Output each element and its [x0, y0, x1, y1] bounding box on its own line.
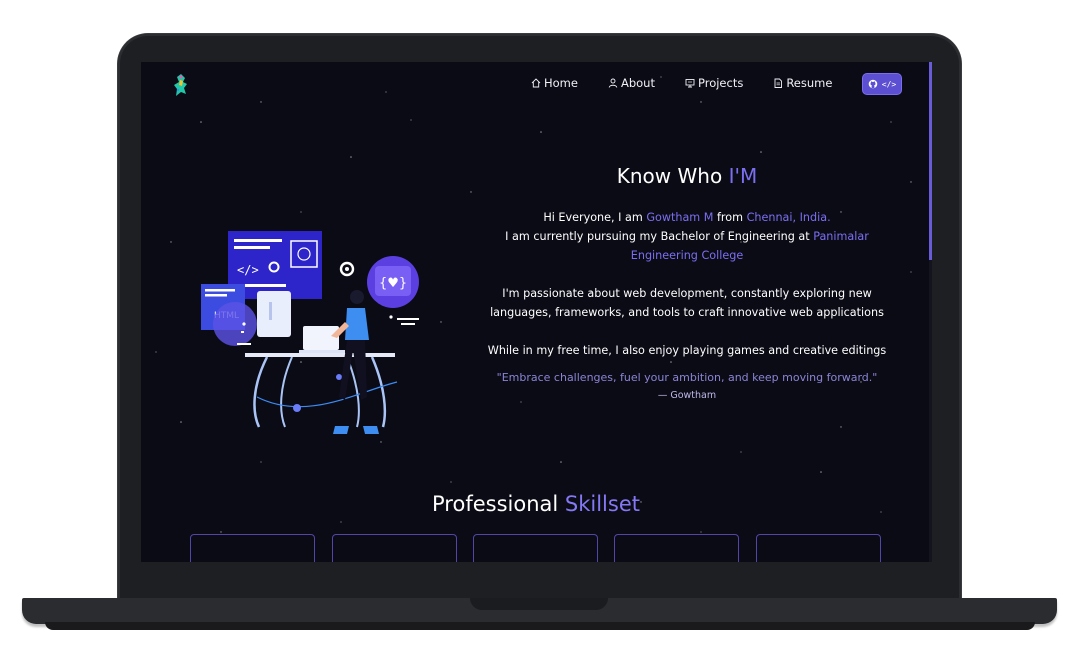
nav-resume[interactable]: Resume: [773, 72, 832, 94]
quote-author: — Gowtham: [657, 390, 717, 401]
skillset-title-accent: Skillset: [564, 492, 640, 516]
skillset-title: Professional Skillset: [331, 492, 741, 516]
laptop-notch: [470, 598, 608, 610]
top-nav: Home About Projects Resume: [531, 72, 862, 94]
free-time-paragraph: While in my free time, I also enjoy play…: [487, 344, 887, 357]
skill-card[interactable]: [614, 534, 739, 562]
nav-home-label: Home: [544, 76, 578, 90]
skill-card[interactable]: [332, 534, 457, 562]
github-button[interactable]: </>: [863, 74, 901, 94]
nav-about[interactable]: About: [608, 72, 655, 94]
intro-greeting: Hi Everyone, I am: [543, 211, 647, 224]
intro-study: I am currently pursuing my Bachelor of E…: [505, 230, 814, 243]
site-logo[interactable]: [171, 72, 191, 98]
nav-home[interactable]: Home: [531, 72, 578, 94]
hero-title: Know Who I'M: [481, 164, 893, 188]
skillset-title-prefix: Professional: [432, 492, 565, 516]
document-icon: [774, 78, 783, 88]
skill-card[interactable]: [756, 534, 881, 562]
svg-text:{♥}: {♥}: [379, 276, 407, 291]
passion-paragraph: I'm passionate about web development, co…: [490, 287, 884, 319]
nav-projects-label: Projects: [697, 76, 744, 90]
github-icon: [868, 79, 878, 89]
intro-location: Chennai, India.: [746, 211, 831, 224]
nav-resume-label: Resume: [786, 76, 833, 90]
page-scrollbar[interactable]: [929, 62, 932, 562]
skill-card[interactable]: [190, 534, 315, 562]
intro-paragraph: Hi Everyone, I am Gowtham M from Chennai…: [481, 208, 893, 265]
quote-text: "Embrace challenges, fuel your ambition,…: [496, 371, 878, 384]
code-icon: </>: [881, 79, 897, 89]
nav-projects[interactable]: Projects: [685, 72, 743, 94]
user-icon: [608, 78, 618, 88]
nav-about-label: About: [620, 76, 655, 90]
browser-viewport: Home About Projects Resume </> </> {♥} K…: [141, 62, 931, 562]
skill-card[interactable]: [473, 534, 598, 562]
hero-title-accent: I'M: [728, 164, 758, 188]
projects-icon: [685, 79, 695, 88]
intro-from: from: [713, 211, 747, 224]
intro-name: Gowtham M: [646, 211, 714, 224]
developer-illustration: </> HTML {♥}: [201, 231, 419, 434]
home-icon: [531, 78, 541, 88]
hero-title-prefix: Know Who: [616, 164, 729, 188]
scrollbar-thumb[interactable]: [929, 62, 932, 260]
svg-text:</>: </>: [237, 263, 259, 277]
laptop-base-shadow: [45, 622, 1035, 630]
